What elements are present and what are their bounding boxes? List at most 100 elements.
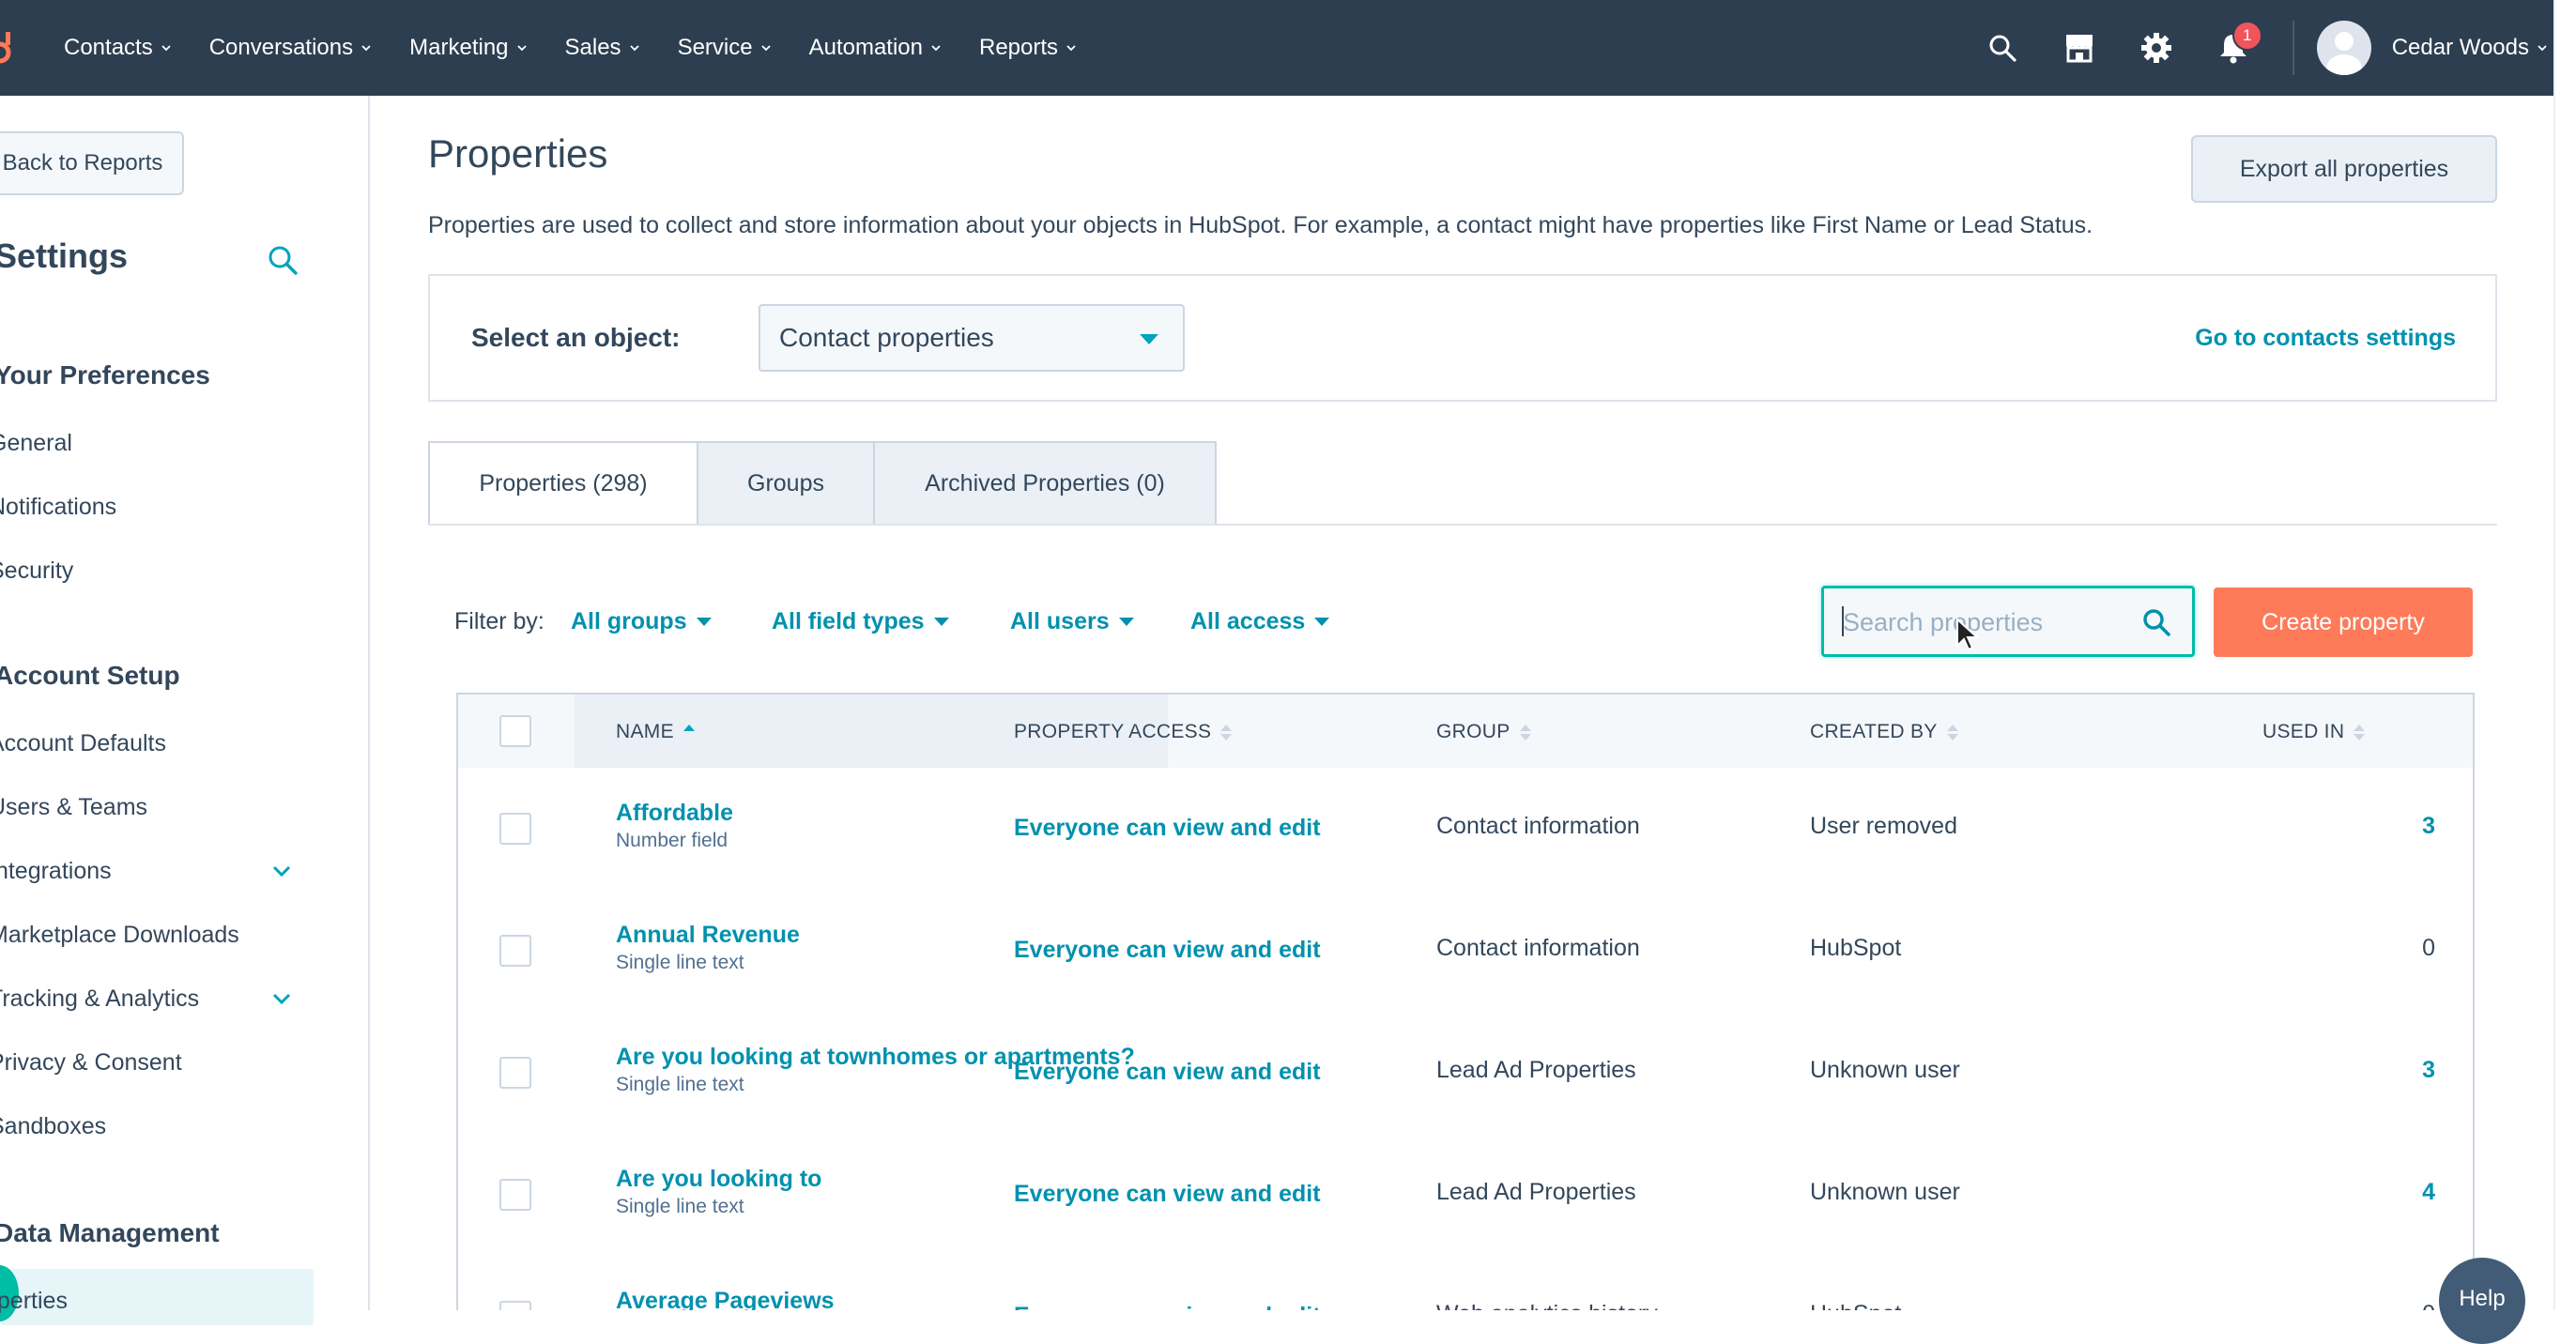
nav-service[interactable]: Service	[678, 35, 772, 61]
sidebar-item-general[interactable]: General	[0, 430, 72, 457]
create-property-button[interactable]: Create property	[2214, 588, 2473, 657]
tab-groups[interactable]: Groups	[697, 441, 875, 526]
sidebar-item-integrations[interactable]: Integrations	[0, 858, 112, 885]
property-created-by: HubSpot	[1810, 935, 1902, 961]
property-name-link[interactable]: Affordable	[616, 800, 733, 827]
filter-label: Filter by:	[454, 608, 544, 634]
table-row: Are you looking to Single line text Ever…	[458, 1134, 2473, 1258]
sidebar-item-tracking-analytics[interactable]: Tracking & Analytics	[0, 985, 199, 1013]
chevron-down-icon	[2538, 45, 2547, 52]
property-group: Contact information	[1436, 813, 1640, 839]
object-select-dropdown[interactable]: Contact properties	[759, 304, 1185, 372]
avatar[interactable]	[2316, 21, 2371, 75]
table-row: Average Pageviews Everyone can view and …	[458, 1256, 2473, 1310]
column-header-group[interactable]: GROUP	[1436, 721, 1531, 743]
sidebar-item-account-defaults[interactable]: Account Defaults	[0, 730, 166, 757]
chevron-down-icon	[1066, 45, 1076, 52]
filter-all-users[interactable]: All users	[1010, 608, 1134, 635]
property-created-by: HubSpot	[1810, 1301, 1901, 1310]
table-row: Annual Revenue Single line text Everyone…	[458, 890, 2473, 1014]
chevron-down-icon	[161, 45, 171, 52]
property-created-by: Unknown user	[1810, 1179, 1960, 1205]
sidebar-section-account-setup: Account Setup	[0, 661, 180, 690]
row-checkbox[interactable]	[499, 1301, 531, 1310]
mouse-pointer-icon	[1956, 618, 1980, 651]
bell-icon[interactable]: 1	[2216, 21, 2262, 66]
property-access-link[interactable]: Everyone can view and edit	[1014, 815, 1321, 842]
sidebar-item-notifications[interactable]: Notifications	[0, 494, 116, 521]
hubspot-logo-icon[interactable]	[0, 28, 17, 66]
property-access-link[interactable]: Everyone can view and edit	[1014, 1059, 1321, 1086]
column-header-property-access[interactable]: PROPERTY ACCESS	[1014, 721, 1233, 743]
export-all-properties-button[interactable]: Export all properties	[2191, 135, 2497, 203]
column-header-created-by[interactable]: CREATED BY	[1810, 721, 1958, 743]
back-to-reports-button[interactable]: Back to Reports	[0, 131, 184, 195]
sidebar-item-users-teams[interactable]: Users & Teams	[0, 794, 147, 821]
search-properties-input[interactable]	[1841, 598, 2126, 647]
properties-table: NAME PROPERTY ACCESS GROUP CREATED BY US…	[456, 693, 2475, 1310]
sidebar-item-properties[interactable]: Properties	[0, 1288, 68, 1315]
property-group: Web analytics history	[1436, 1301, 1658, 1310]
property-used-in-link[interactable]: 4	[2422, 1179, 2435, 1206]
property-created-by: Unknown user	[1810, 1057, 1960, 1083]
property-name-link[interactable]: Are you looking to	[616, 1166, 821, 1193]
nav-automation[interactable]: Automation	[809, 35, 942, 61]
search-icon[interactable]	[1985, 30, 2020, 66]
select-object-label: Select an object:	[471, 323, 681, 352]
caret-down-icon	[1118, 618, 1134, 626]
property-access-link[interactable]: Everyone can view and edit	[1014, 1303, 1321, 1310]
filter-all-groups[interactable]: All groups	[571, 608, 712, 635]
tab-archived-properties[interactable]: Archived Properties (0)	[873, 441, 1217, 526]
scrollbar-track[interactable]	[2553, 0, 2576, 1310]
top-navigation: Contacts Conversations Marketing Sales S…	[0, 0, 2553, 96]
nav-reports[interactable]: Reports	[979, 35, 1077, 61]
property-name-link[interactable]: Annual Revenue	[616, 922, 800, 949]
select-all-checkbox[interactable]	[499, 715, 531, 747]
sidebar-item-security[interactable]: Security	[0, 557, 73, 585]
filter-all-field-types[interactable]: All field types	[772, 608, 949, 635]
settings-title: Settings	[0, 237, 129, 275]
property-used-in-link[interactable]: 3	[2422, 1057, 2435, 1084]
sort-icon	[1946, 724, 1958, 741]
search-icon[interactable]	[2141, 607, 2171, 637]
row-checkbox[interactable]	[499, 935, 531, 967]
property-group: Lead Ad Properties	[1436, 1057, 1636, 1083]
filter-all-access[interactable]: All access	[1190, 608, 1330, 635]
go-to-contacts-settings-link[interactable]: Go to contacts settings	[2195, 325, 2456, 352]
search-icon[interactable]	[267, 244, 299, 276]
row-checkbox[interactable]	[499, 1057, 531, 1089]
chevron-down-icon[interactable]	[270, 987, 293, 1010]
property-type: Number field	[616, 830, 728, 851]
main-content: Properties Export all properties Propert…	[370, 96, 2553, 1310]
nav-sales[interactable]: Sales	[565, 35, 640, 61]
page-description: Properties are used to collect and store…	[428, 212, 2093, 238]
caret-down-icon	[933, 618, 949, 626]
chevron-down-icon[interactable]	[270, 860, 293, 882]
sidebar-item-marketplace-downloads[interactable]: Marketplace Downloads	[0, 922, 239, 949]
sidebar-item-sandboxes[interactable]: Sandboxes	[0, 1113, 106, 1140]
nav-contacts[interactable]: Contacts	[64, 35, 172, 61]
property-created-by: User removed	[1810, 813, 1957, 839]
row-checkbox[interactable]	[499, 813, 531, 845]
gear-icon[interactable]	[2139, 30, 2174, 66]
column-header-used-in[interactable]: USED IN	[2262, 721, 2366, 743]
sidebar-item-privacy-consent[interactable]: Privacy & Consent	[0, 1049, 182, 1077]
column-header-name[interactable]: NAME	[616, 721, 695, 743]
help-button[interactable]: Help	[2439, 1258, 2525, 1344]
nav-marketing[interactable]: Marketing	[409, 35, 527, 61]
user-menu[interactable]: Cedar Woods	[2392, 35, 2548, 61]
search-properties-field[interactable]	[1821, 586, 2195, 657]
property-used-in: 0	[2422, 935, 2435, 961]
property-name-link[interactable]: Average Pageviews	[616, 1288, 835, 1310]
tab-divider	[428, 524, 2497, 526]
property-used-in-link[interactable]: 3	[2422, 813, 2435, 840]
property-group: Lead Ad Properties	[1436, 1179, 1636, 1205]
property-type: Single line text	[616, 1196, 744, 1217]
property-used-in: 0	[2422, 1301, 2435, 1310]
property-access-link[interactable]: Everyone can view and edit	[1014, 937, 1321, 964]
property-access-link[interactable]: Everyone can view and edit	[1014, 1181, 1321, 1208]
row-checkbox[interactable]	[499, 1179, 531, 1211]
nav-conversations[interactable]: Conversations	[209, 35, 372, 61]
tab-properties[interactable]: Properties (298)	[428, 441, 698, 526]
marketplace-icon[interactable]	[2062, 30, 2097, 66]
